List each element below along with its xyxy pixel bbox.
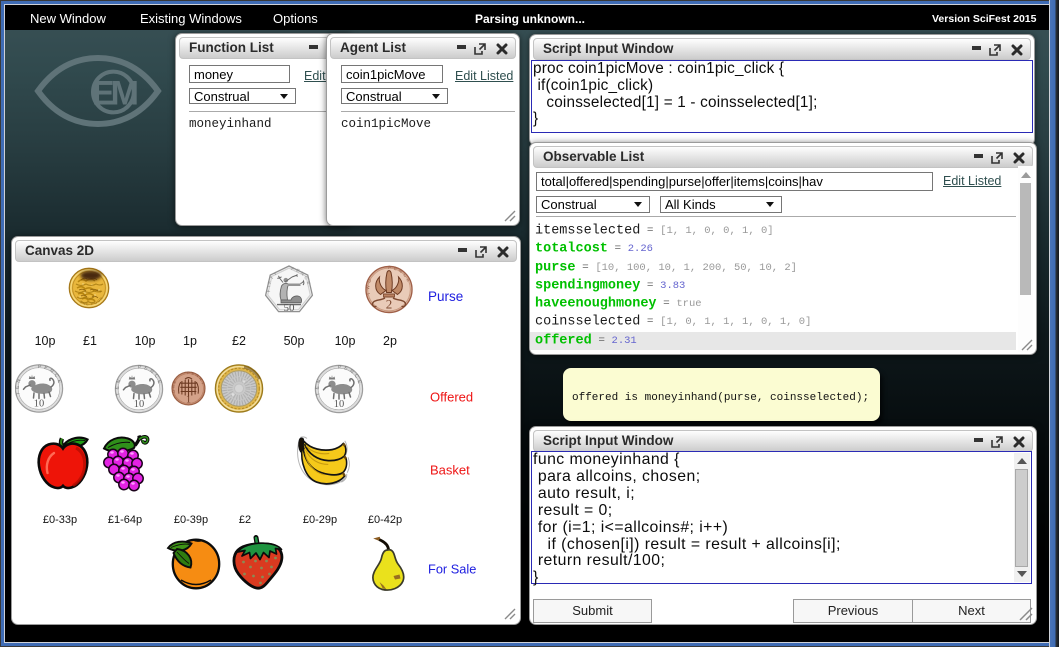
svg-text:£0-39p: £0-39p <box>174 514 208 526</box>
svg-text:Purse: Purse <box>428 289 463 304</box>
svg-text:50p: 50p <box>284 334 305 348</box>
svg-text:£1-64p: £1-64p <box>108 514 142 526</box>
svg-text:£2: £2 <box>239 514 251 526</box>
svg-text:EM: EM <box>92 75 138 113</box>
svg-text:10p: 10p <box>135 334 156 348</box>
svg-text:£0-33p: £0-33p <box>43 514 77 526</box>
svg-text:10p: 10p <box>335 334 356 348</box>
svg-text:1: 1 <box>186 394 191 405</box>
svg-text:Basket: Basket <box>430 463 470 478</box>
svg-text:£2: £2 <box>232 334 246 348</box>
svg-text:Offered: Offered <box>430 390 473 405</box>
svg-text:1p: 1p <box>183 334 197 348</box>
svg-text:For Sale: For Sale <box>428 562 476 577</box>
svg-text:2p: 2p <box>383 334 397 348</box>
svg-text:£1: £1 <box>83 334 97 348</box>
svg-text:50: 50 <box>284 302 296 314</box>
svg-text:2: 2 <box>386 297 393 312</box>
svg-text:£0-29p: £0-29p <box>303 514 337 526</box>
svg-text:10p: 10p <box>35 334 56 348</box>
svg-text:£0-42p: £0-42p <box>368 514 402 526</box>
